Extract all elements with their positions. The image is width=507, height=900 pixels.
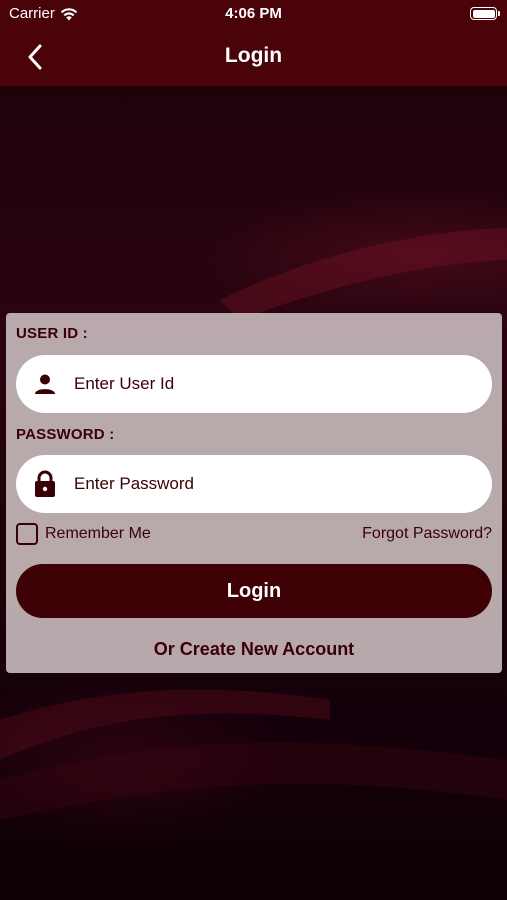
remember-me-toggle[interactable]: Remember Me	[16, 523, 151, 545]
nav-bar: Login	[0, 28, 507, 86]
password-field-container	[16, 455, 492, 513]
create-account-link[interactable]: Or Create New Account	[6, 639, 502, 660]
user-id-label: USER ID :	[16, 325, 88, 342]
user-id-field-container	[16, 355, 492, 413]
page-title: Login	[224, 44, 283, 67]
battery-fill	[472, 9, 495, 18]
status-bar: Carrier 4:06 PM	[0, 0, 507, 28]
remember-me-label: Remember Me	[45, 525, 151, 542]
password-label: PASSWORD :	[16, 426, 115, 443]
user-id-input[interactable]	[74, 364, 454, 404]
lock-icon	[16, 455, 74, 513]
person-icon	[16, 355, 74, 413]
password-input[interactable]	[74, 464, 454, 504]
battery-icon	[470, 7, 500, 20]
battery-tip	[498, 11, 500, 16]
login-card: USER ID : PASSWORD :	[6, 313, 502, 673]
status-time: 4:06 PM	[225, 5, 282, 22]
login-button[interactable]: Login	[16, 564, 492, 618]
remember-me-checkbox[interactable]	[16, 523, 38, 545]
forgot-password-link[interactable]: Forgot Password?	[362, 525, 492, 543]
login-screen: Carrier 4:06 PM Login USER ID: Enter Us…	[0, 0, 507, 900]
top-bar: Carrier 4:06 PM Login	[0, 0, 507, 86]
